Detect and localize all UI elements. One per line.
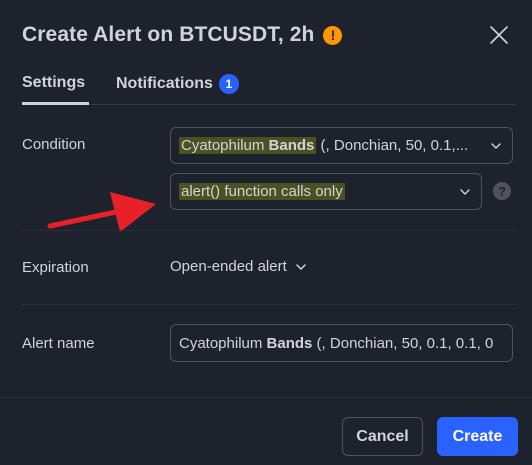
section-divider bbox=[22, 304, 516, 305]
expiration-label: Expiration bbox=[22, 259, 89, 276]
expiration-dropdown[interactable]: Open-ended alert bbox=[170, 258, 307, 275]
indicator-name: Cyatophilum bbox=[181, 137, 265, 154]
condition-trigger-wrap: alert() function calls only bbox=[179, 183, 345, 200]
red-arrow-annotation bbox=[47, 192, 156, 232]
chevron-down-icon bbox=[296, 263, 306, 270]
tab-bar: Settings Notifications 1 bbox=[22, 70, 516, 106]
chevron-down-icon bbox=[460, 189, 470, 195]
expiration-value: Open-ended alert bbox=[170, 258, 287, 275]
condition-indicator-value: Cyatophilum Bands (, Donchian, 50, 0.1,.… bbox=[179, 137, 468, 154]
alert-name-label: Alert name bbox=[22, 335, 95, 352]
footer-divider bbox=[0, 397, 532, 398]
help-icon[interactable]: ? bbox=[493, 182, 511, 200]
close-icon bbox=[490, 26, 508, 44]
alert-name-suffix: (, Donchian, 50, 0.1, 0.1, 0 bbox=[312, 334, 494, 352]
chevron-down-icon bbox=[491, 143, 501, 149]
active-tab-indicator bbox=[22, 102, 89, 105]
warning-icon[interactable]: ! bbox=[323, 25, 343, 45]
tab-notifications[interactable]: Notifications 1 bbox=[116, 74, 239, 94]
indicator-name-bold: Bands bbox=[268, 137, 315, 154]
create-alert-dialog: Create Alert on BTCUSDT, 2h ! Settings N… bbox=[0, 0, 532, 465]
section-divider bbox=[22, 230, 516, 231]
dialog-header: Create Alert on BTCUSDT, 2h ! bbox=[22, 20, 516, 50]
notifications-count-badge: 1 bbox=[218, 74, 239, 94]
dialog-title: Create Alert on BTCUSDT, 2h bbox=[22, 23, 315, 46]
create-button[interactable]: Create bbox=[437, 417, 518, 456]
alert-name-prefix: Cyatophilum bbox=[179, 334, 267, 352]
tab-settings[interactable]: Settings bbox=[22, 74, 85, 92]
tab-settings-label: Settings bbox=[22, 74, 86, 91]
condition-trigger-value: alert() function calls only bbox=[179, 183, 345, 200]
condition-indicator-select[interactable]: Cyatophilum Bands (, Donchian, 50, 0.1,.… bbox=[170, 127, 513, 164]
condition-label: Condition bbox=[22, 136, 86, 153]
alert-name-bold: Bands bbox=[266, 334, 313, 352]
close-button[interactable] bbox=[486, 22, 512, 48]
alert-name-input[interactable]: Cyatophilum Bands (, Donchian, 50, 0.1, … bbox=[170, 324, 513, 362]
indicator-params: (, Donchian, 50, 0.1,... bbox=[316, 137, 469, 154]
tab-notifications-label: Notifications bbox=[116, 75, 213, 92]
cancel-button[interactable]: Cancel bbox=[342, 417, 423, 456]
tab-divider bbox=[22, 104, 516, 105]
condition-trigger-select[interactable]: alert() function calls only bbox=[170, 173, 482, 210]
